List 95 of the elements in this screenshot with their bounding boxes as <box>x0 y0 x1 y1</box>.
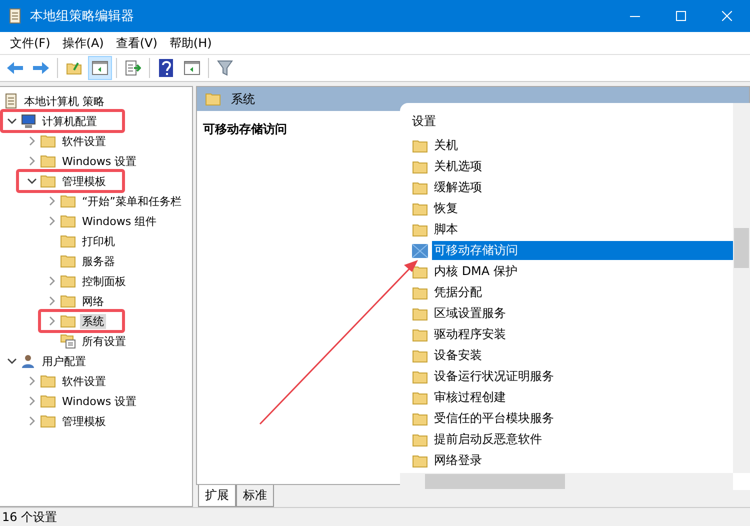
list-item[interactable]: 网络登录 <box>432 451 484 470</box>
pane-icon <box>92 61 108 75</box>
list-item[interactable]: 提前启动反恶意软件 <box>432 430 544 449</box>
forward-arrow-icon <box>32 61 50 75</box>
view-tab[interactable]: 扩展 <box>198 485 236 507</box>
folder-icon <box>412 328 428 342</box>
folder-icon <box>412 264 428 278</box>
tree-item[interactable]: 用户配置 <box>40 354 88 368</box>
list-item[interactable]: 审核过程创建 <box>432 388 508 407</box>
help-icon <box>159 59 173 77</box>
folder-icon <box>40 134 56 148</box>
folder-icon <box>412 432 428 446</box>
tree-item[interactable]: 管理模板 <box>60 414 108 428</box>
list-item[interactable]: 缓解选项 <box>432 178 484 197</box>
view-tab[interactable]: 标准 <box>236 485 274 507</box>
policy-icon <box>412 244 428 258</box>
folder-icon <box>40 154 56 168</box>
list-item[interactable]: 脚本 <box>432 220 460 239</box>
tree-item[interactable]: Windows 组件 <box>80 214 159 228</box>
menu-item[interactable]: 文件(F) <box>4 34 56 52</box>
folder-icon <box>412 138 428 152</box>
vertical-scrollbar[interactable] <box>733 103 750 473</box>
list-item[interactable]: 可移动存储访问 <box>432 241 733 260</box>
menu-item[interactable]: 查看(V) <box>110 34 164 52</box>
back-arrow-icon <box>6 61 24 75</box>
list-item[interactable]: 关机选项 <box>432 157 484 176</box>
scroll-icon <box>4 93 18 109</box>
selected-item-title: 可移动存储访问 <box>203 121 288 138</box>
list-item[interactable]: 恢复 <box>432 199 460 218</box>
folder-icon <box>40 174 56 188</box>
folder-icon <box>412 454 428 468</box>
folder-icon <box>412 306 428 320</box>
scroll-icon <box>8 8 22 24</box>
tree-item[interactable]: 服务器 <box>80 254 117 268</box>
window-title: 本地组策略编辑器 <box>30 8 135 25</box>
tree-item[interactable]: 计算机配置 <box>40 114 99 128</box>
folder-icon <box>60 294 76 308</box>
folder-icon <box>412 412 428 426</box>
tree-item[interactable]: Windows 设置 <box>60 154 139 168</box>
folder-icon <box>40 414 56 428</box>
list-item[interactable]: 受信任的平台模块服务 <box>432 409 556 428</box>
folder-icon <box>40 394 56 408</box>
expanded-chevron-icon[interactable] <box>27 176 37 186</box>
folder-icon <box>60 194 76 208</box>
horizontal-scrollbar[interactable] <box>400 473 733 490</box>
list-item[interactable]: 设备运行状况证明服务 <box>432 367 556 386</box>
list-item[interactable]: 凭据分配 <box>432 283 484 302</box>
tree-item[interactable]: 软件设置 <box>60 134 108 148</box>
folder-up-icon <box>66 61 82 75</box>
tree-item[interactable]: 管理模板 <box>60 174 108 188</box>
folder-icon <box>60 234 76 248</box>
list-item[interactable]: 关机 <box>432 136 460 155</box>
folder-icon <box>60 214 76 228</box>
status-text: 16 个设置 <box>2 508 58 526</box>
menu-item[interactable]: 帮助(H) <box>163 34 218 52</box>
folder-icon <box>60 274 76 288</box>
folder-icon <box>412 202 428 216</box>
list-item[interactable]: 设备安装 <box>432 346 484 365</box>
folder-icon <box>412 160 428 174</box>
user-icon <box>20 354 36 368</box>
tree-item[interactable]: Windows 设置 <box>60 394 139 408</box>
folder-icon <box>412 390 428 404</box>
folder-icon <box>60 254 76 268</box>
tree-item[interactable]: 控制面板 <box>80 274 128 288</box>
tree-item[interactable]: “开始”菜单和任务栏 <box>80 194 184 208</box>
folder-icon <box>412 180 428 194</box>
toolbar-button[interactable] <box>88 56 112 80</box>
folder-icon <box>412 286 428 300</box>
tree-item[interactable]: 所有设置 <box>80 334 128 348</box>
settings-folder-icon <box>60 333 76 349</box>
column-header: 设置 <box>412 113 437 130</box>
list-item[interactable]: 驱动程序安装 <box>432 325 508 344</box>
tree-item[interactable]: 打印机 <box>80 234 117 248</box>
tree-item[interactable]: 软件设置 <box>60 374 108 388</box>
computer-icon <box>20 114 36 128</box>
expanded-chevron-icon[interactable] <box>7 356 17 366</box>
tree-item[interactable]: 网络 <box>80 294 106 308</box>
filter-icon <box>217 60 233 76</box>
folder-icon <box>412 348 428 362</box>
folder-icon <box>205 92 221 106</box>
folder-icon <box>412 370 428 384</box>
pane-icon <box>184 61 200 75</box>
folder-icon <box>412 222 428 236</box>
expanded-chevron-icon[interactable] <box>7 116 17 126</box>
close-icon <box>722 11 732 21</box>
folder-icon <box>60 314 76 328</box>
menu-item[interactable]: 操作(A) <box>56 34 110 52</box>
tree-item[interactable]: 系统 <box>80 314 106 328</box>
maximize-icon <box>676 11 686 21</box>
folder-icon <box>40 374 56 388</box>
tree-item[interactable]: 本地计算机 策略 <box>22 94 106 108</box>
export-list-icon <box>125 60 141 76</box>
list-item[interactable]: 内核 DMA 保护 <box>432 262 520 281</box>
list-item[interactable]: 区域设置服务 <box>432 304 508 323</box>
pane-header: 系统 <box>231 90 255 108</box>
